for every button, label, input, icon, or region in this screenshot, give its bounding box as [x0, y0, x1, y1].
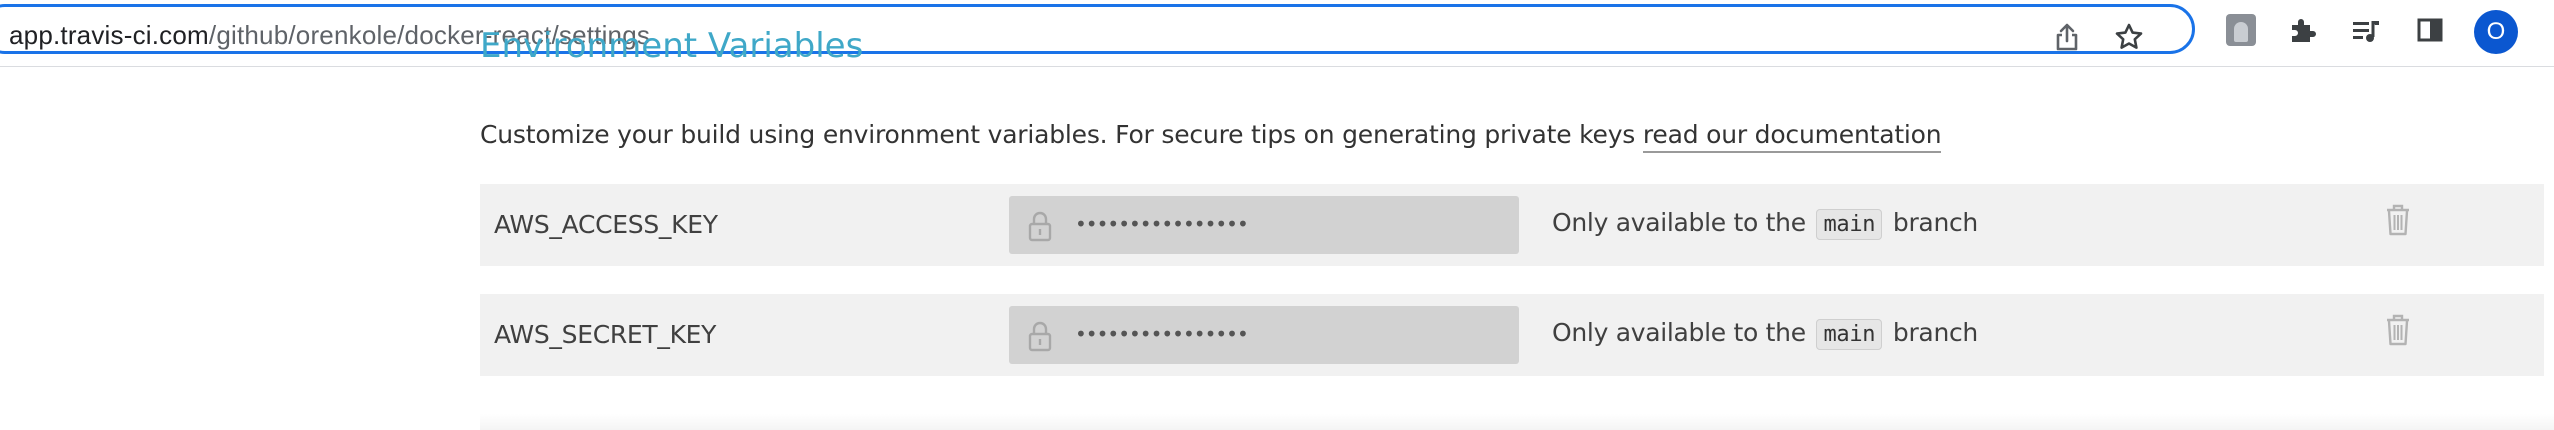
extension-avatar-icon[interactable] [2226, 14, 2256, 46]
env-var-value-field: •••••••••••••••• [1009, 196, 1519, 254]
env-var-name: AWS_ACCESS_KEY [494, 210, 718, 239]
next-section-edge [480, 414, 2554, 430]
url-host: app.travis-ci.com [9, 20, 209, 50]
side-panel-icon[interactable] [2410, 10, 2450, 50]
branch-prefix: Only available to the [1552, 208, 1806, 237]
share-icon[interactable] [2047, 17, 2087, 57]
env-vars-description: Customize your build using environment v… [480, 120, 1942, 153]
trash-icon[interactable] [2384, 202, 2412, 238]
env-var-value-field: •••••••••••••••• [1009, 306, 1519, 364]
bookmark-star-icon[interactable] [2109, 17, 2149, 57]
branch-suffix: branch [1892, 208, 1978, 237]
lock-icon [1028, 321, 1052, 352]
section-title: Environment Variables [480, 26, 864, 66]
env-var-name: AWS_SECRET_KEY [494, 320, 717, 349]
intro-text: Customize your build using environment v… [480, 120, 1643, 149]
env-var-masked-value: •••••••••••••••• [1075, 212, 1249, 236]
address-bar[interactable]: app.travis-ci.com/github/orenkole/docker… [0, 4, 2195, 54]
env-var-row: AWS_ACCESS_KEY •••••••••••••••• Only ava… [480, 184, 2544, 266]
branch-prefix: Only available to the [1552, 318, 1806, 347]
media-queue-icon[interactable] [2346, 10, 2386, 50]
branch-name: main [1816, 319, 1883, 350]
env-var-masked-value: •••••••••••••••• [1075, 322, 1249, 346]
env-var-branch-info: Only available to the main branch [1552, 208, 1978, 240]
env-var-row: AWS_SECRET_KEY •••••••••••••••• Only ava… [480, 294, 2544, 376]
env-var-branch-info: Only available to the main branch [1552, 318, 1978, 350]
trash-icon[interactable] [2384, 312, 2412, 348]
browser-toolbar: app.travis-ci.com/github/orenkole/docker… [0, 0, 2554, 67]
branch-suffix: branch [1892, 318, 1978, 347]
documentation-link[interactable]: read our documentation [1642, 120, 1942, 153]
lock-icon [1028, 211, 1052, 242]
profile-avatar[interactable]: O [2474, 10, 2518, 54]
branch-name: main [1816, 209, 1883, 240]
extensions-puzzle-icon[interactable] [2282, 10, 2322, 50]
